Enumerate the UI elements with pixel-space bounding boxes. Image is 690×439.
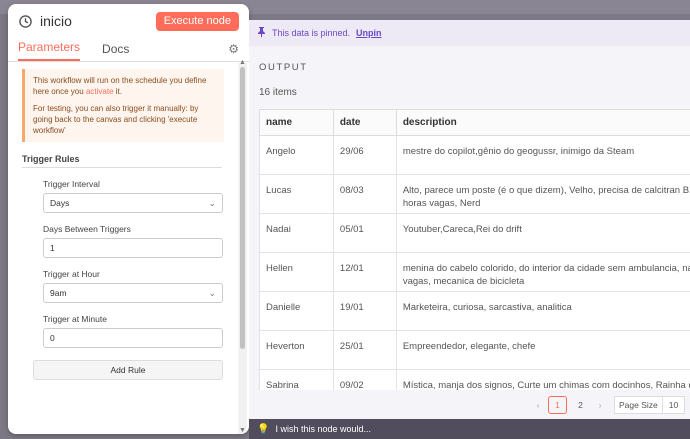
cell-description: Marketeira, curiosa, sarcastiva, analiti… — [395, 291, 690, 331]
table-row: Angelo 29/06 mestre do copilot,gênio do … — [259, 135, 690, 175]
cell-date: 08/03 — [332, 174, 397, 214]
next-page-icon[interactable]: › — [592, 400, 608, 410]
pinned-data-banner: This data is pinned. Unpin — [249, 20, 690, 46]
cell-date: 29/06 — [332, 135, 397, 175]
page-size-select[interactable]: Page Size 10 — [614, 396, 686, 414]
feedback-text: I wish this node would... — [275, 424, 372, 434]
table-row: Nadai 05/01 Youtuber,Careca,Rei do drift — [259, 213, 690, 253]
column-header-name[interactable]: name — [259, 109, 334, 136]
chevron-down-icon: ⌄ — [208, 288, 216, 298]
cell-date: 19/01 — [332, 291, 397, 331]
pinned-text: This data is pinned. — [272, 28, 351, 38]
scroll-thumb[interactable] — [240, 67, 245, 349]
pagination: ‹ 1 2 › Page Size 10 — [530, 396, 686, 414]
cell-name: Danielle — [259, 291, 334, 331]
trigger-hour-label: Trigger at Hour — [43, 269, 100, 279]
cell-date: 12/01 — [332, 252, 397, 292]
cell-name: Heverton — [259, 330, 334, 370]
days-between-field: Days Between Triggers 1 — [43, 224, 223, 258]
prev-page-icon[interactable]: ‹ — [530, 400, 546, 410]
pin-icon — [257, 27, 266, 39]
unpin-link[interactable]: Unpin — [356, 28, 382, 38]
clock-icon — [18, 14, 32, 28]
gear-icon[interactable]: ⚙ — [228, 42, 239, 56]
cell-name: Nadai — [259, 213, 334, 253]
panel-header: inicio Execute node — [8, 4, 249, 38]
trigger-rules-title: Trigger Rules — [22, 154, 222, 168]
chevron-down-icon: ⌄ — [208, 198, 216, 208]
trigger-interval-field: Trigger Interval Days ⌄ — [43, 179, 223, 213]
cell-date: 09/02 — [332, 369, 397, 390]
cell-name: Hellen — [259, 252, 334, 292]
trigger-hour-select[interactable]: 9am ⌄ — [43, 283, 223, 303]
output-panel: This data is pinned. Unpin OUTPUT 16 ite… — [249, 20, 690, 419]
activate-link[interactable]: activate — [86, 87, 114, 96]
trigger-minute-label: Trigger at Minute — [43, 314, 107, 324]
notice-text-after: it. — [113, 87, 122, 96]
activation-notice: This workflow will run on the schedule y… — [22, 69, 224, 142]
table-row: Lucas 08/03 Alto, parece um poste (é o q… — [259, 174, 690, 214]
trigger-interval-value: Days — [50, 198, 70, 208]
panel-scrollbar[interactable]: ▲ ▼ — [238, 59, 247, 434]
days-between-label: Days Between Triggers — [43, 224, 131, 234]
column-header-date[interactable]: date — [332, 109, 397, 136]
trigger-interval-select[interactable]: Days ⌄ — [43, 193, 223, 213]
cell-name: Lucas — [259, 174, 334, 214]
cell-description: Alto, parece um poste (é o que dizem), V… — [395, 174, 690, 214]
feedback-bar[interactable]: 💡 I wish this node would... — [249, 419, 690, 439]
cell-description: menina do cabelo colorido, do interior d… — [395, 252, 690, 292]
notice-testing-text: For testing, you can also trigger it man… — [33, 104, 199, 135]
trigger-hour-value: 9am — [50, 288, 67, 298]
trigger-minute-field: Trigger at Minute 0 — [43, 314, 223, 348]
tab-docs[interactable]: Docs — [102, 42, 129, 61]
days-between-input[interactable]: 1 — [43, 238, 223, 258]
table-row: Danielle 19/01 Marketeira, curiosa, sarc… — [259, 291, 690, 331]
execute-node-button[interactable]: Execute node — [155, 11, 239, 31]
cell-description: Empreendedor, elegante, chefe — [395, 330, 690, 370]
tab-parameters[interactable]: Parameters — [18, 40, 81, 61]
cell-name: Angelo — [259, 135, 334, 175]
output-label: OUTPUT — [259, 62, 308, 73]
page-1-button[interactable]: 1 — [548, 396, 567, 414]
page-size-label: Page Size — [615, 397, 663, 413]
table-row: Heverton 25/01 Empreendedor, elegante, c… — [259, 330, 690, 370]
table-row: Sabrina 09/02 Mística, manja dos signos,… — [259, 369, 690, 390]
column-header-description[interactable]: description — [395, 109, 690, 136]
cell-description: mestre do copilot,gênio do geogussr, ini… — [395, 135, 690, 175]
panel-body: This workflow will run on the schedule y… — [8, 63, 237, 434]
cell-date: 25/01 — [332, 330, 397, 370]
trigger-interval-label: Trigger Interval — [43, 179, 100, 189]
node-parameters-panel: inicio Execute node Parameters Docs ⚙ Th… — [8, 4, 249, 434]
item-count: 16 items — [259, 87, 297, 98]
output-table: name date description Angelo 29/06 mestr… — [259, 109, 690, 390]
cell-description: Mística, manja dos signos, Curte um chim… — [395, 369, 690, 390]
trigger-hour-field: Trigger at Hour 9am ⌄ — [43, 269, 223, 303]
page-size-value: 10 — [668, 400, 679, 410]
page-2-button[interactable]: 2 — [571, 396, 590, 414]
table-row: Hellen 12/01 menina do cabelo colorido, … — [259, 252, 690, 292]
cell-name: Sabrina — [259, 369, 334, 390]
trigger-minute-input[interactable]: 0 — [43, 328, 223, 348]
node-title[interactable]: inicio — [40, 13, 156, 29]
cell-description: Youtuber,Careca,Rei do drift — [395, 213, 690, 253]
panel-tabs: Parameters Docs ⚙ — [8, 38, 249, 62]
scroll-down-icon[interactable]: ▼ — [239, 427, 246, 434]
cell-date: 05/01 — [332, 213, 397, 253]
scroll-up-icon[interactable]: ▲ — [239, 59, 246, 66]
add-rule-button[interactable]: Add Rule — [33, 360, 223, 380]
lightbulb-icon: 💡 — [257, 423, 270, 435]
